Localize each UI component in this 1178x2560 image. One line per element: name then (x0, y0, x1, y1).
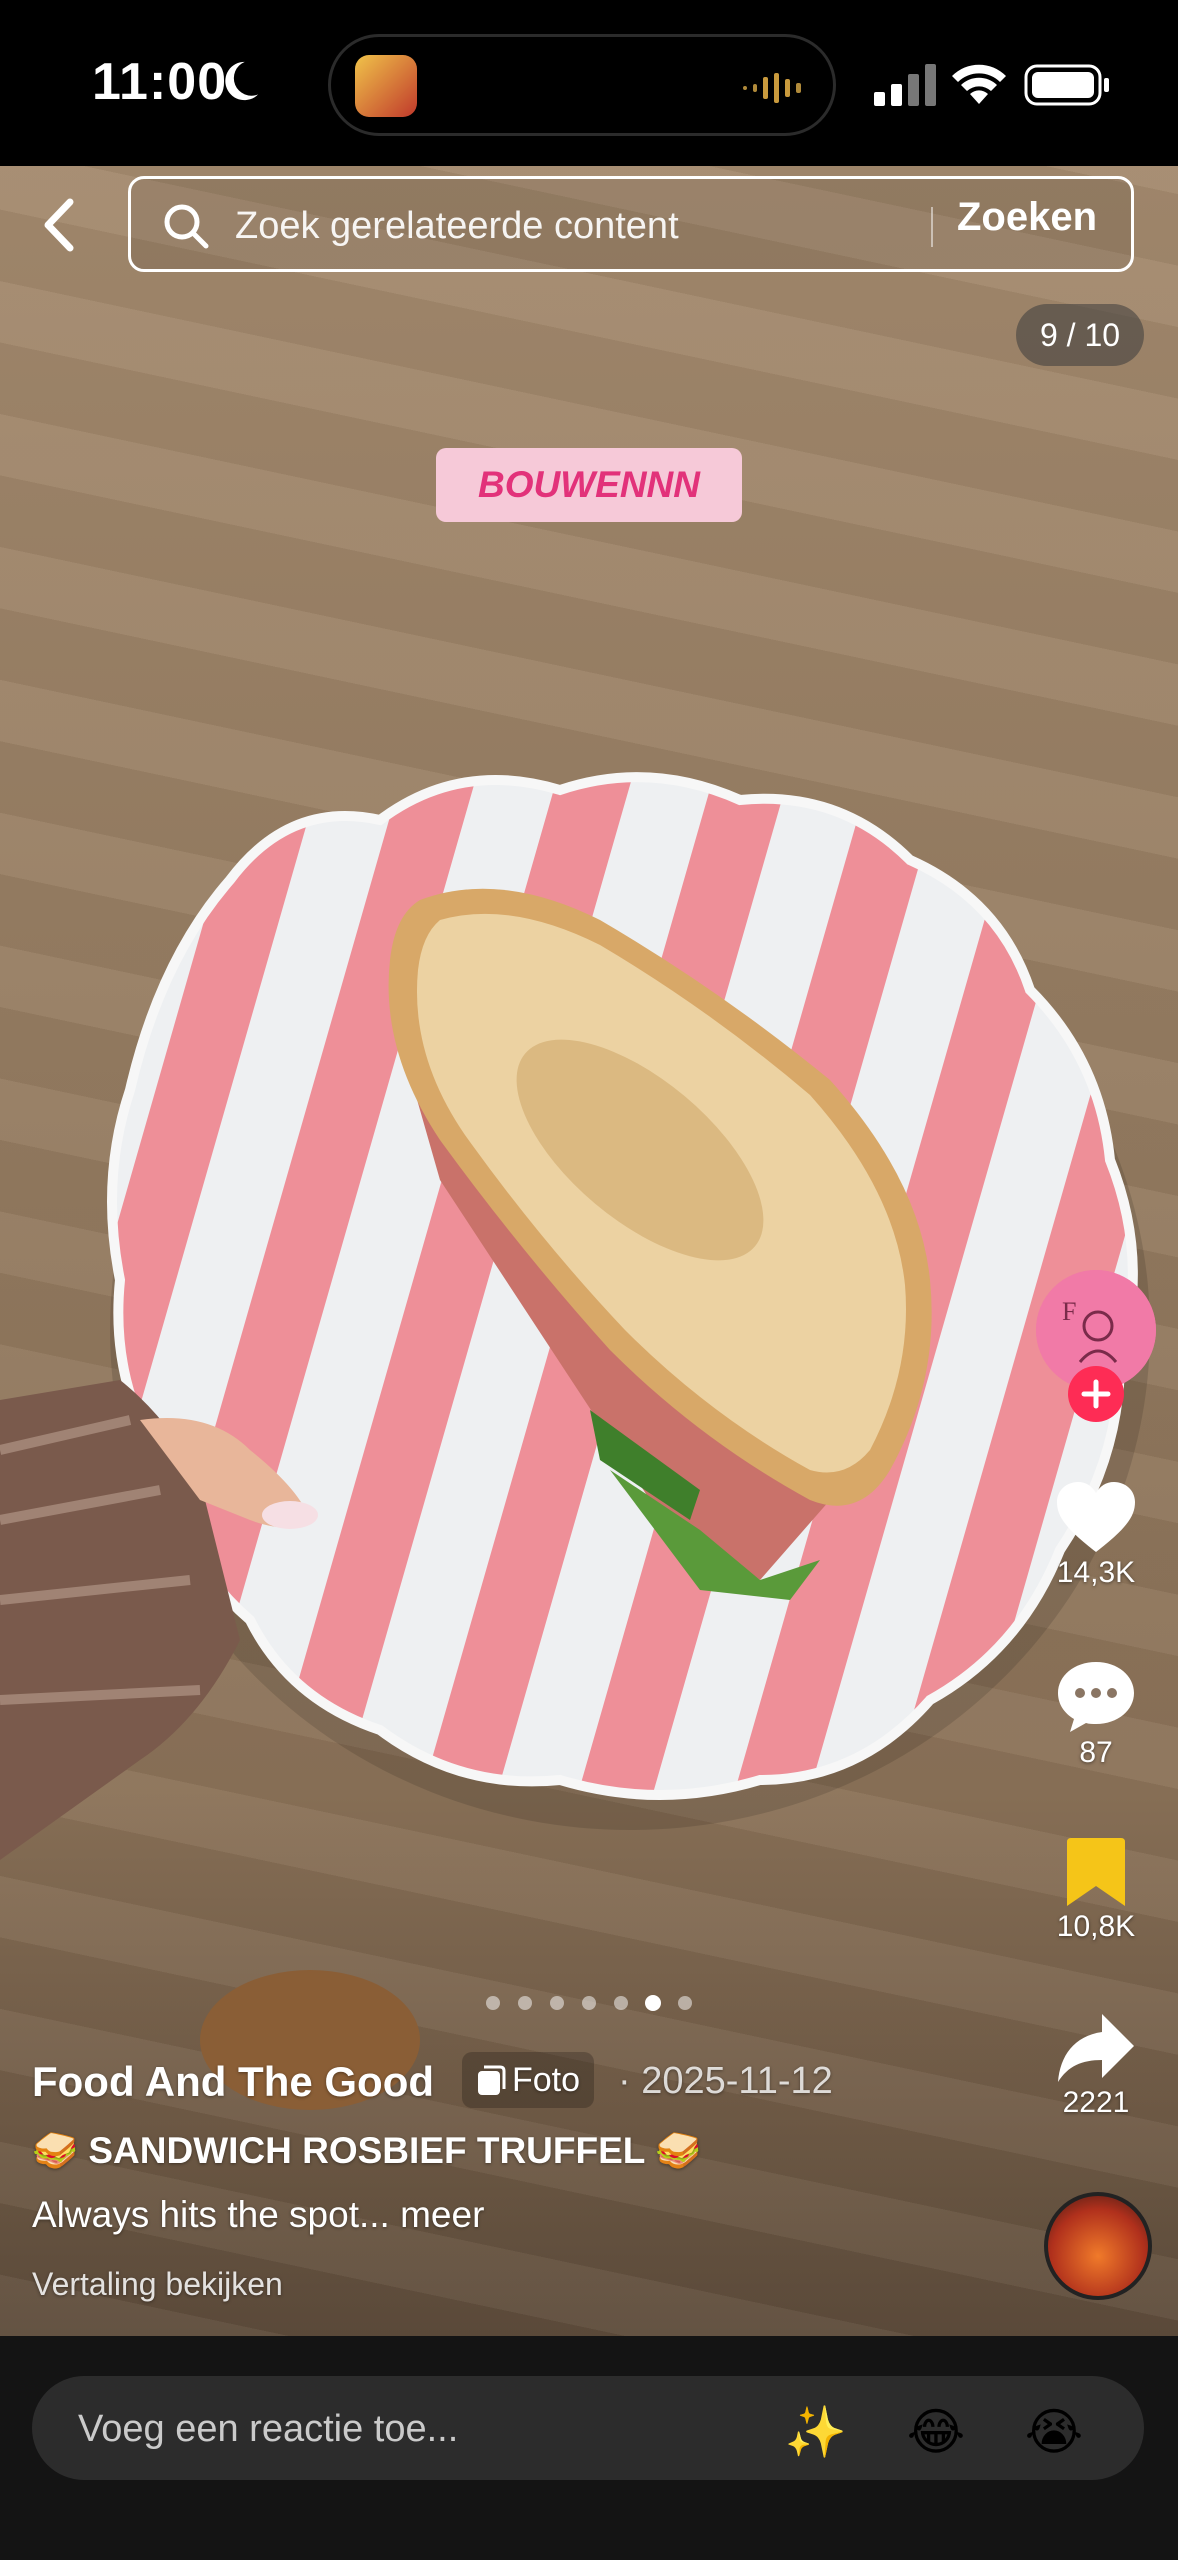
wifi-icon (952, 64, 1006, 104)
status-time: 11:00 (92, 53, 228, 111)
carousel-dot[interactable] (582, 1996, 596, 2010)
plus-icon (1081, 1379, 1111, 1409)
comment-box[interactable]: ✨ 😂 😭 (32, 2376, 1144, 2480)
comment-bubble-icon (1058, 1662, 1134, 1732)
carousel-dot[interactable] (486, 1996, 500, 2010)
carousel-dot[interactable] (518, 1996, 532, 2010)
post-type-chip: Foto (462, 2052, 595, 2108)
like-button[interactable]: 14,3K (1040, 1482, 1152, 1590)
svg-text:F: F (1062, 1297, 1076, 1326)
sparkles-emoji-button[interactable]: ✨ (784, 2400, 848, 2464)
carousel-dot[interactable] (614, 1996, 628, 2010)
crying-emoji-button[interactable]: 😭 (1022, 2400, 1086, 2464)
cellular-signal-icon (874, 64, 936, 106)
comment-button[interactable]: 87 (1040, 1660, 1152, 1770)
save-button[interactable]: 10,8K (1040, 1836, 1152, 1944)
heart-icon (1057, 1482, 1135, 1552)
photo-text-overlay: BOUWENNN (436, 448, 742, 522)
search-icon (164, 204, 209, 249)
post-description-row[interactable]: Always hits the spot... meer (32, 2194, 484, 2236)
page-counter: 9 / 10 (1016, 304, 1144, 366)
save-count: 10,8K (1056, 1910, 1136, 1943)
comment-count: 87 (1079, 1736, 1113, 1769)
battery-icon (1024, 64, 1109, 106)
post-date: · 2025-11-12 (618, 2060, 833, 2102)
search-divider (931, 207, 933, 247)
share-arrow-icon (1058, 2014, 1134, 2082)
share-button[interactable]: 2221 (1040, 2012, 1152, 2120)
carousel-dot[interactable] (550, 1996, 564, 2010)
search-button[interactable]: Zoeken (957, 195, 1097, 240)
carousel-dot-active[interactable] (645, 1995, 661, 2011)
post-title: 🥪 SANDWICH ROSBIEF TRUFFEL 🥪 (32, 2130, 702, 2171)
more-link[interactable]: meer (400, 2194, 484, 2235)
carousel-dot[interactable] (678, 1996, 692, 2010)
bookmark-icon (1067, 1838, 1125, 1906)
dynamic-island[interactable] (328, 34, 836, 136)
follow-button[interactable] (1068, 1366, 1124, 1422)
share-count: 2221 (1062, 2086, 1130, 2119)
laughing-emoji-button[interactable]: 😂 (904, 2400, 968, 2464)
search-input[interactable] (233, 193, 1037, 259)
moon-icon (225, 61, 259, 101)
music-disc[interactable] (1044, 2192, 1152, 2300)
island-app-icon (355, 55, 417, 117)
comment-input[interactable] (76, 2396, 780, 2462)
photo-stack-icon (478, 2065, 506, 2095)
app-root: 11:00 Zoek gerelateerde content Zoeken 9… (0, 0, 1178, 2560)
author-name[interactable]: Food And The Good (32, 2058, 434, 2106)
audio-wave-icon (743, 73, 801, 103)
post-type-label: Foto (512, 2061, 581, 2099)
search-bar[interactable]: Zoeken (128, 176, 1134, 272)
post-description: Always hits the spot... (32, 2194, 390, 2235)
bottom-comment-bar: ✨ 😂 😭 (0, 2336, 1178, 2560)
back-arrow-icon[interactable] (30, 190, 90, 260)
translate-link[interactable]: Vertaling bekijken (32, 2266, 283, 2303)
like-count: 14,3K (1056, 1556, 1136, 1589)
status-bar: 11:00 (0, 0, 1178, 166)
